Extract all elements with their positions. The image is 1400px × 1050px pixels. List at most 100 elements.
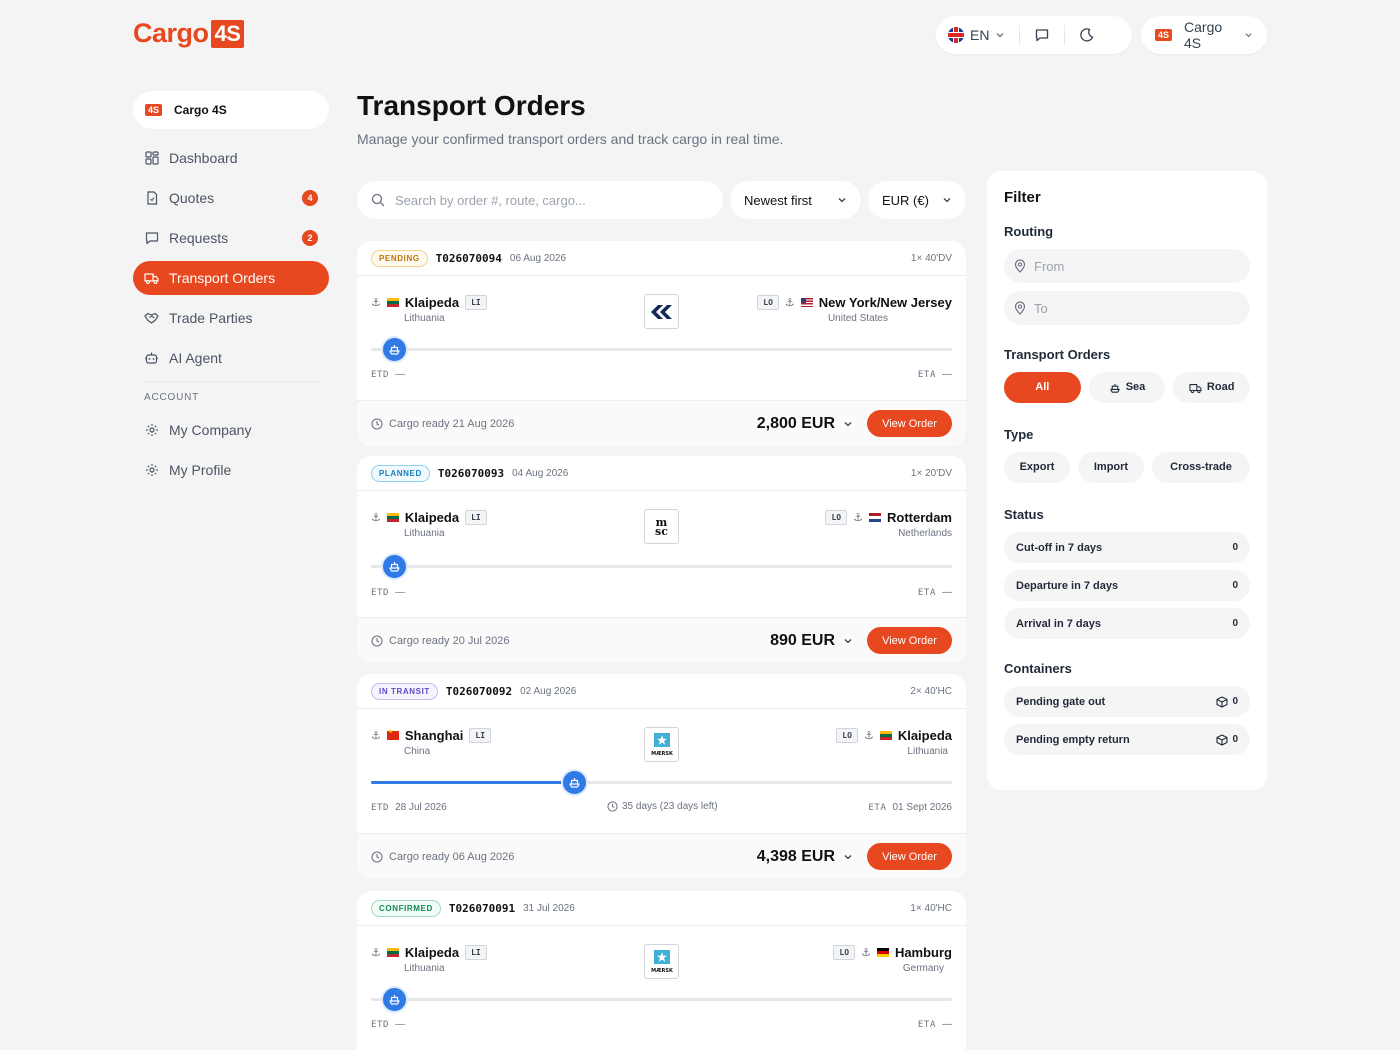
cargo4s-logo[interactable]: Cargo 4S [133,18,245,49]
sidebar-item-label: AI Agent [169,350,222,366]
etd-value: — [395,369,406,380]
sidebar-item-ai-agent[interactable]: AI Agent [133,341,329,375]
filter-panel: Filter Routing Transport Orders All Sea … [987,171,1267,790]
currency-select[interactable]: EUR (€) [868,181,966,219]
order-date: 06 Aug 2026 [509,252,567,264]
anchor-icon: ⚓ [863,730,874,742]
sidebar-item-trade-parties[interactable]: Trade Parties [133,301,329,335]
robot-icon [144,351,159,366]
order-header: PLANNED T026070093 04 Aug 2026 1× 20'DV [357,456,966,491]
type-cross-trade-button[interactable]: Cross-trade [1152,452,1250,483]
order-card[interactable]: CONFIRMED T026070091 31 Jul 2026 1× 40'H… [357,891,966,1050]
origin-city: Shanghai [404,728,464,743]
sidebar-item-my-company[interactable]: My Company [133,413,329,447]
view-order-button[interactable]: View Order [867,627,952,654]
order-date: 04 Aug 2026 [512,467,569,479]
sort-select[interactable]: Newest first [730,181,861,219]
eta-prefix: ETA [917,1020,936,1030]
anchor-icon: ⚓ [371,730,381,742]
container-summary: 1× 40'DV [910,252,952,264]
account-menu[interactable]: 4S Cargo 4S [1141,16,1267,54]
container-filter-empty-return[interactable]: Pending empty return 0 [1004,724,1250,755]
anchor-icon: ⚓ [371,297,381,309]
order-header: PENDING T026070094 06 Aug 2026 1× 40'DV [357,241,966,276]
ship-marker-icon [561,769,589,796]
status-filter-departure[interactable]: Departure in 7 days 0 [1004,570,1250,601]
view-order-button[interactable]: View Order [867,843,952,870]
status-filter-arrival[interactable]: Arrival in 7 days 0 [1004,608,1250,639]
sidebar-item-dashboard[interactable]: Dashboard [133,141,329,175]
origin-port: ⚓ Klaipeda LI Lithuania [371,295,487,324]
search-input[interactable] [395,192,695,208]
destination-city: Rotterdam [886,510,952,525]
to-field[interactable] [1004,291,1250,325]
status-filter-cutoff[interactable]: Cut-off in 7 days 0 [1004,532,1250,563]
language-select[interactable]: EN [948,27,1005,43]
order-card[interactable]: PENDING T026070094 06 Aug 2026 1× 40'DV … [357,241,966,446]
order-footer: Cargo ready 06 Aug 2026 4,398 EUR View O… [357,833,966,879]
destination-city: New York/New Jersey [818,295,952,310]
containers-label: Containers [1004,661,1072,676]
ship-marker-icon [381,553,409,580]
origin-country: Lithuania [404,963,445,974]
quotes-count-badge: 4 [302,190,318,206]
ship-marker-icon [381,986,409,1013]
org-name: Cargo 4S [174,103,227,117]
chevron-down-icon [996,33,1004,38]
order-footer: Cargo ready 20 Jul 2026 890 EUR View Ord… [357,617,966,663]
order-search[interactable] [357,181,723,219]
price-toggle[interactable]: 4,398 EUR [757,848,853,866]
svg-text:MÆRSK: MÆRSK [651,751,674,757]
route: ⚓ Klaipeda LI Lithuania MÆRSK LO ⚓ Hambu… [357,926,966,1050]
eta-value: — [942,587,952,598]
status-filter-count: 0 [1232,542,1238,553]
uk-flag-icon [948,27,964,43]
etd-prefix: ETD [371,588,390,598]
order-card[interactable]: IN TRANSIT T026070092 02 Aug 2026 2× 40'… [357,674,966,879]
eta-value: — [942,1019,952,1030]
mode-road-button[interactable]: Road [1173,372,1251,403]
sidebar-item-quotes[interactable]: Quotes 4 [133,181,329,215]
container-filter-count: 0 [1232,734,1238,745]
requests-count-badge: 2 [302,230,318,246]
sidebar-item-requests[interactable]: Requests 2 [133,221,329,255]
from-input[interactable] [1034,258,1214,274]
mode-all-button[interactable]: All [1004,372,1081,403]
sidebar-item-label: Dashboard [169,150,238,166]
price-toggle[interactable]: 890 EUR [770,632,853,650]
sidebar-item-my-profile[interactable]: My Profile [133,453,329,487]
language-label: EN [970,27,990,43]
price-toggle[interactable]: 2,800 EUR [757,415,853,433]
type-import-button[interactable]: Import [1078,452,1144,483]
chevron-down-icon [1245,33,1252,38]
account-name: Cargo 4S [1184,19,1223,51]
view-order-button[interactable]: View Order [867,410,952,437]
destination-country: Netherlands [898,528,952,539]
destination-port: LO ⚓ New York/New Jersey United States [757,295,952,324]
eta-value: — [942,369,952,380]
org-switcher[interactable]: 4S Cargo 4S [133,91,329,129]
from-field[interactable] [1004,249,1250,283]
route: ⚓ Klaipeda LI Lithuania LO ⚓ New York/Ne… [357,276,966,400]
etd-label: ETD — [371,1019,405,1030]
maersk-logo: MÆRSK [644,727,679,762]
to-input[interactable] [1034,300,1214,316]
chevron-down-icon [844,421,852,426]
order-card[interactable]: PLANNED T026070093 04 Aug 2026 1× 20'DV … [357,456,966,663]
container-filter-gate-out[interactable]: Pending gate out 0 [1004,686,1250,717]
cargo-ready-text: Cargo ready 06 Aug 2026 [389,850,515,863]
sidebar-item-transport-orders[interactable]: Transport Orders [133,261,329,295]
origin-code: LI [465,295,487,310]
divider [1064,25,1066,45]
destination-port: LO ⚓ Klaipeda Lithuania [836,728,952,757]
mode-sea-button[interactable]: Sea [1088,372,1166,403]
type-export-button[interactable]: Export [1004,452,1070,483]
sort-value: Newest first [744,192,812,208]
destination-port: LO ⚓ Rotterdam Netherlands [825,510,952,539]
messages-button[interactable] [1034,27,1050,43]
theme-toggle[interactable] [1079,27,1095,43]
eta-label: ETA — [918,369,952,380]
anchor-icon: ⚓ [371,947,381,959]
destination-port: LO ⚓ Hamburg Germany [833,945,952,974]
origin-city: Klaipeda [404,510,460,525]
